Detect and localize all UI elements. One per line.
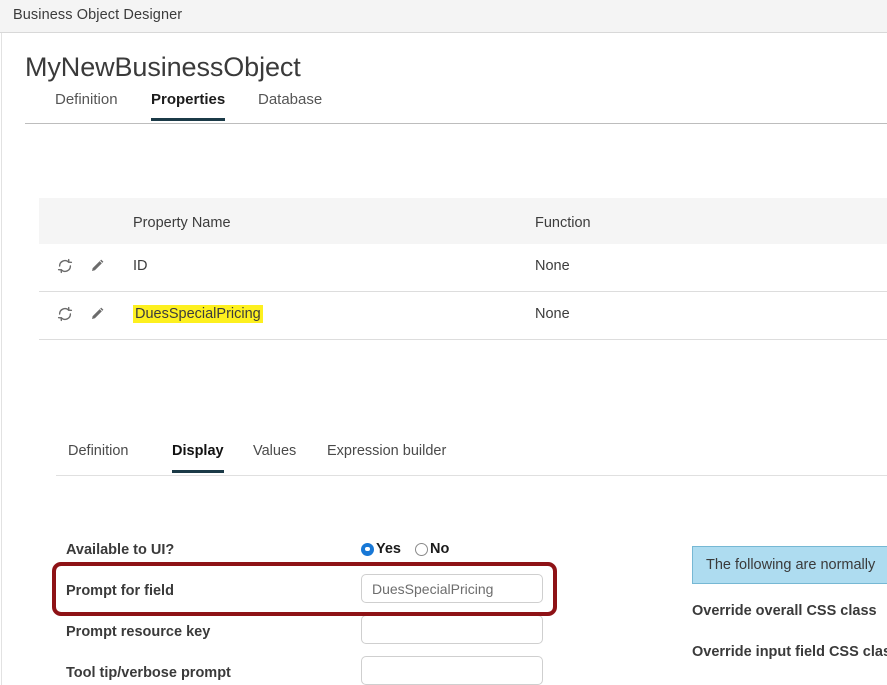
cell-property-name: ID [133, 258, 148, 274]
column-header-function: Function [535, 215, 591, 231]
window-title: Business Object Designer [13, 7, 183, 23]
radio-no-indicator[interactable] [415, 542, 428, 556]
table-row[interactable]: ID None [39, 244, 887, 292]
column-header-property-name: Property Name [133, 215, 231, 231]
label-prompt-for-field: Prompt for field [66, 583, 174, 599]
label-available-to-ui: Available to UI? [66, 542, 175, 558]
radio-no-label: No [430, 541, 450, 557]
tab-detail-definition[interactable]: Definition [68, 443, 128, 470]
refresh-icon[interactable] [56, 257, 74, 275]
properties-table: Property Name Function ID None DuesSpeci… [39, 198, 887, 340]
label-override-overall-css-class: Override overall CSS class [692, 603, 877, 619]
table-row[interactable]: DuesSpecialPricing None [39, 292, 887, 340]
form-row-tool-tip: Tool tip/verbose prompt [66, 656, 566, 685]
form-row-prompt-resource-key: Prompt resource key [66, 615, 566, 656]
radio-option-yes[interactable]: Yes [361, 541, 401, 557]
radio-group-available-to-ui: Yes No [361, 541, 449, 557]
info-box: The following are normally [692, 546, 887, 584]
tab-detail-display[interactable]: Display [172, 443, 224, 473]
prompt-for-field-input[interactable] [361, 574, 543, 603]
secondary-tab-bar: Definition Display Values Expression bui… [56, 441, 887, 476]
tool-tip-verbose-prompt-input[interactable] [361, 656, 543, 685]
tab-detail-values[interactable]: Values [253, 443, 296, 470]
info-box-text: The following are normally [706, 557, 876, 573]
property-name-text-highlighted: DuesSpecialPricing [133, 305, 263, 323]
label-prompt-resource-key: Prompt resource key [66, 624, 211, 640]
pencil-icon[interactable] [88, 257, 106, 275]
table-header-row: Property Name Function [39, 198, 887, 244]
tab-definition[interactable]: Definition [55, 91, 118, 118]
tab-detail-expression-builder[interactable]: Expression builder [327, 443, 446, 470]
page-title: MyNewBusinessObject [25, 52, 301, 82]
label-override-input-field-css-class: Override input field CSS class [692, 644, 887, 660]
cell-property-name: DuesSpecialPricing [133, 305, 263, 323]
form-row-available-to-ui: Available to UI? Yes No [66, 533, 566, 574]
row-actions [56, 305, 106, 323]
cell-function: None [535, 258, 570, 274]
radio-option-no[interactable]: No [415, 541, 449, 557]
tab-properties[interactable]: Properties [151, 91, 226, 121]
display-form: Available to UI? Yes No Prompt for field [66, 533, 566, 685]
pencil-icon[interactable] [88, 305, 106, 323]
radio-yes-indicator[interactable] [361, 542, 374, 556]
label-tool-tip-verbose-prompt: Tool tip/verbose prompt [66, 665, 231, 681]
prompt-resource-key-input[interactable] [361, 615, 543, 644]
refresh-icon[interactable] [56, 305, 74, 323]
form-row-prompt-for-field: Prompt for field [66, 574, 566, 615]
cell-function: None [535, 306, 570, 322]
business-object-designer-window: Business Object Designer MyNewBusinessOb… [0, 0, 887, 685]
property-name-text: ID [133, 258, 148, 274]
content-frame: MyNewBusinessObject Definition Propertie… [1, 33, 887, 685]
row-actions [56, 257, 106, 275]
radio-yes-label: Yes [376, 541, 401, 557]
primary-tab-bar: Definition Properties Database [25, 91, 887, 124]
tab-database[interactable]: Database [258, 91, 322, 118]
window-titlebar: Business Object Designer [0, 0, 887, 33]
